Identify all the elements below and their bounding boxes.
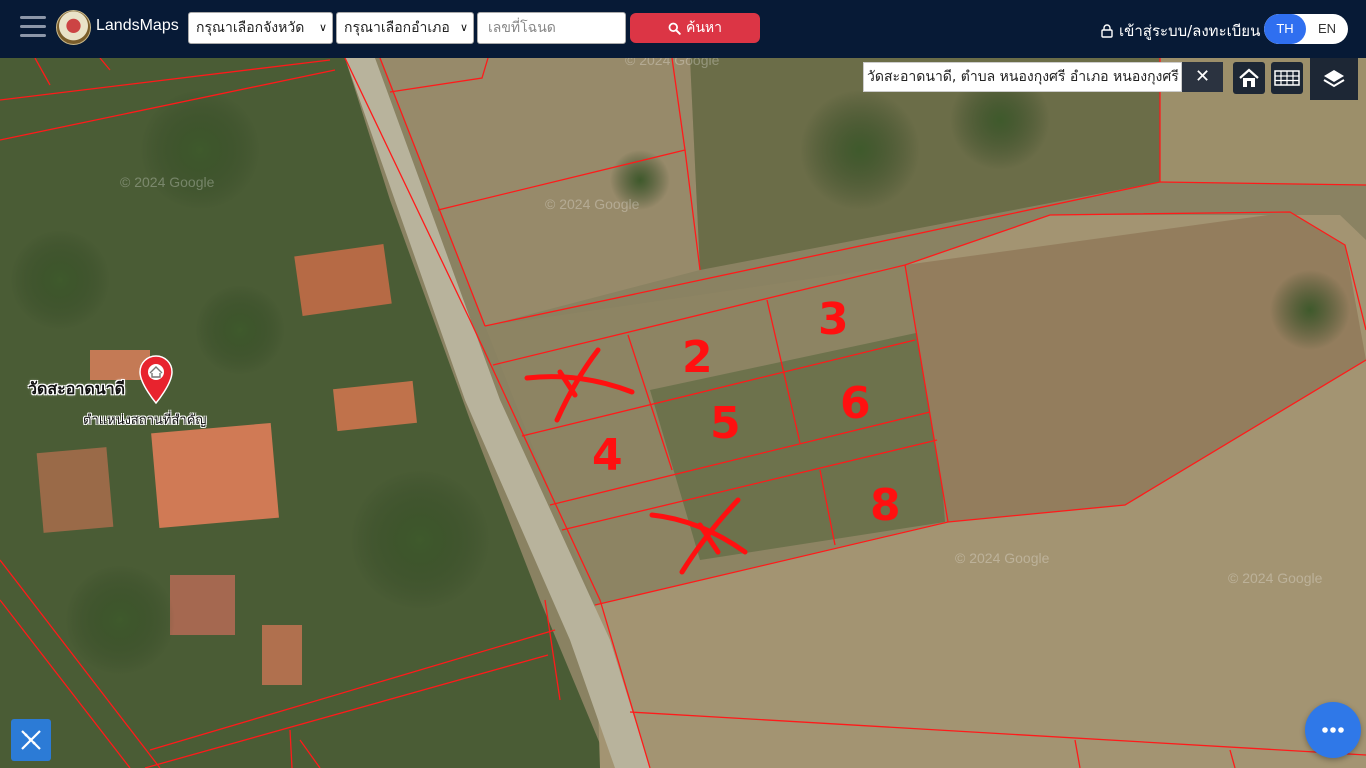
district-select-value: กรุณาเลือกอำเภอ: [344, 20, 450, 36]
landsmaps-logo: [56, 10, 91, 45]
place-name-label[interactable]: วัดสะอาดนาดี: [28, 377, 125, 402]
google-watermark: © 2024 Google: [1228, 570, 1323, 586]
google-watermark: © 2024 Google: [625, 58, 720, 68]
more-options-button[interactable]: [1305, 702, 1361, 758]
lang-en-button[interactable]: EN: [1306, 14, 1348, 44]
more-dots-icon: [1322, 727, 1344, 733]
search-button-label: ค้นหา: [685, 20, 723, 36]
grid-button[interactable]: [1271, 62, 1303, 94]
deed-number-input[interactable]: [477, 12, 626, 44]
district-select[interactable]: กรุณาเลือกอำเภอ ∨: [336, 12, 474, 44]
parcel-number: 6: [840, 378, 871, 429]
layers-icon: [1323, 70, 1345, 88]
google-watermark: © 2024 Google: [545, 196, 640, 212]
ruler-pencil-icon: [21, 730, 41, 750]
search-button[interactable]: ค้นหา: [630, 13, 760, 43]
menu-icon[interactable]: [20, 16, 46, 38]
location-pin-icon[interactable]: [138, 355, 174, 405]
home-button[interactable]: [1233, 62, 1265, 94]
parcel-number: 4: [592, 430, 623, 481]
place-category-label: ตำแหน่งสถานที่สำคัญ: [83, 413, 207, 428]
chevron-down-icon: ∨: [318, 21, 327, 34]
home-icon: [1239, 68, 1259, 87]
login-register-label: เข้าสู่ระบบ/ลงทะเบียน: [1119, 22, 1261, 40]
parcel-number: 2: [682, 332, 713, 383]
measure-tool-button[interactable]: [11, 719, 51, 761]
language-toggle: TH EN: [1264, 14, 1348, 44]
layers-button[interactable]: [1310, 58, 1358, 100]
satellite-map[interactable]: 2 3 4 5 6 8 © 2024 Google © 2024 Google …: [0, 58, 1366, 768]
parcel-number: 5: [710, 398, 741, 449]
google-watermark: © 2024 Google: [955, 550, 1050, 566]
chevron-down-icon: ∨: [459, 21, 468, 34]
province-select[interactable]: กรุณาเลือกจังหวัด ∨: [188, 12, 333, 44]
province-select-value: กรุณาเลือกจังหวัด: [196, 20, 305, 36]
top-navigation-bar: LandsMaps กรุณาเลือกจังหวัด ∨ กรุณาเลือก…: [0, 0, 1366, 58]
lock-icon: [1101, 24, 1113, 38]
login-register-link[interactable]: เข้าสู่ระบบ/ลงทะเบียน: [1101, 19, 1260, 43]
search-icon: [668, 22, 681, 35]
grid-icon: [1274, 70, 1300, 86]
parcel-number: 8: [870, 480, 901, 531]
google-watermark: © 2024 Google: [120, 174, 215, 190]
parcel-number: 3: [818, 294, 849, 345]
map-search-input[interactable]: [863, 62, 1182, 92]
app-name: LandsMaps: [96, 17, 179, 34]
map-search-box: ✕: [863, 62, 1223, 92]
lang-th-button[interactable]: TH: [1264, 14, 1306, 44]
close-icon[interactable]: ✕: [1182, 62, 1223, 92]
